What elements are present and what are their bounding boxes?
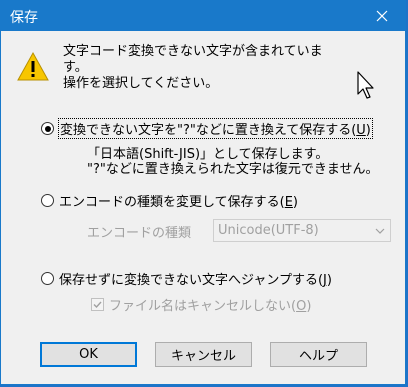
replace-note-line-2: "?"などに置き換えられた文字は復元できません。 <box>87 162 379 177</box>
close-button[interactable] <box>359 1 405 31</box>
ok-button[interactable]: OK <box>40 342 137 367</box>
window-title: 保存 <box>10 10 38 26</box>
radio-button[interactable] <box>41 272 54 285</box>
cancel-button-label: キャンセル <box>170 349 236 364</box>
radio-jump-label: 保存せずに変換できない文字へジャンプする(J) <box>59 273 332 288</box>
mouse-cursor-icon <box>357 71 374 99</box>
ok-button-label: OK <box>79 347 98 362</box>
message-line-2: す。 <box>63 60 88 75</box>
radio-button[interactable] <box>41 194 54 207</box>
replace-note: 「日本語(Shift-JIS)」として保存します。 "?"などに置き換えられた文… <box>87 147 378 177</box>
close-icon <box>376 10 388 22</box>
warning-icon <box>17 51 49 81</box>
dialog-body: 文字コード変換できない文字が含まれていま す。 操作を選択してください。 変換で… <box>1 31 405 384</box>
help-button-label: ヘルプ <box>298 349 338 364</box>
encoding-type-label: エンコードの種類 <box>87 226 192 241</box>
message-line-1: 文字コード変換できない文字が含まれていま <box>63 44 323 59</box>
radio-replace-and-save[interactable]: 変換できない文字を"?"などに置き換えて保存する(U) <box>41 118 373 139</box>
replace-note-line-1: 「日本語(Shift-JIS)」として保存します。 <box>87 147 329 162</box>
radio-replace-label: 変換できない文字を"?"などに置き換えて保存する(U) <box>58 118 373 139</box>
checkbox-no-cancel-filename[interactable]: ファイル名はキャンセルしない(O) <box>91 295 311 314</box>
radio-change-encoding-label: エンコードの種類を変更して保存する(E) <box>59 195 298 210</box>
checkbox-box[interactable] <box>91 298 104 311</box>
warning-message: 文字コード変換できない文字が含まれていま す。 操作を選択してください。 <box>63 44 383 92</box>
checkbox-no-cancel-label: ファイル名はキャンセルしない(O) <box>109 299 312 314</box>
cancel-button[interactable]: キャンセル <box>155 342 252 367</box>
message-line-3: 操作を選択してください。 <box>63 76 219 91</box>
help-button[interactable]: ヘルプ <box>270 342 367 367</box>
check-icon <box>93 301 102 309</box>
save-dialog: 保存 文字コード変換できない文字が含まれていま す。 操作を選択してください。 … <box>0 0 406 385</box>
radio-jump-to-char[interactable]: 保存せずに変換できない文字へジャンプする(J) <box>41 269 332 288</box>
encoding-select[interactable]: Unicode(UTF-8) <box>213 219 391 242</box>
radio-change-encoding[interactable]: エンコードの種類を変更して保存する(E) <box>41 191 298 210</box>
title-bar[interactable]: 保存 <box>1 1 405 31</box>
encoding-select-value: Unicode(UTF-8) <box>218 223 319 238</box>
radio-button[interactable] <box>41 122 54 135</box>
chevron-down-icon <box>375 228 385 234</box>
